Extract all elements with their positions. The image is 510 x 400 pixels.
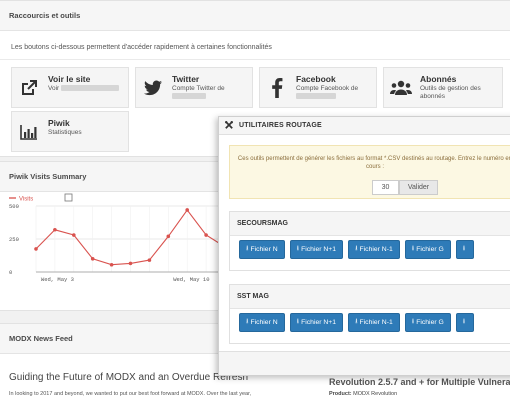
download-icon: ⭳ (462, 245, 466, 252)
legend-label: Visits (19, 197, 33, 203)
visits-data-point (109, 262, 114, 267)
tile-subscribers[interactable]: Abonnés Outils de gestion des abonnés (383, 67, 503, 108)
button-label: Fichier G (416, 319, 444, 326)
visits-data-point (34, 247, 38, 251)
shortcuts-intro: Les boutons ci-dessous permettent d'accé… (11, 44, 272, 51)
button-label: Fichier N+1 (301, 246, 337, 253)
tile-title: Voir le site (48, 74, 91, 84)
button-label: Fichier N-1 (359, 246, 393, 253)
news-headline[interactable]: Guiding the Future of MODX and an Overdu… (9, 372, 248, 383)
external-link-icon (18, 77, 40, 99)
button-label: Fichier N (250, 246, 278, 253)
file-n-plus-1-button[interactable]: ⭳ Fichier N+1 (289, 240, 344, 259)
section-title: SST MAG (230, 285, 510, 309)
facebook-icon (266, 77, 288, 99)
chart-title: Piwik Visits Summary (0, 162, 227, 192)
visits-data-point (53, 227, 57, 232)
file-n-button[interactable]: ⭳ Fichier N (239, 240, 285, 259)
tile-subtitle: Outils de gestion des abonnés (420, 85, 481, 100)
tile-facebook[interactable]: Facebook Compte Facebook de (259, 67, 377, 108)
download-icon: ⭳ (355, 245, 358, 252)
tools-icon (225, 120, 233, 131)
button-label: Fichier N (250, 319, 278, 326)
users-icon (390, 77, 412, 99)
file-g-button[interactable]: ⭳ Fichier G (404, 313, 451, 332)
y-tick-label: 250 (9, 236, 19, 243)
download-icon: ⭳ (246, 245, 249, 252)
file-g-button[interactable]: ⭳ Fichier G (404, 240, 451, 259)
file-extra-button[interactable]: ⭳ (455, 313, 475, 332)
download-icon: ⭳ (462, 318, 466, 325)
twitter-icon (142, 77, 164, 99)
download-icon: ⭳ (355, 318, 358, 325)
file-n-minus-1-button[interactable]: ⭳ Fichier N-1 (348, 240, 400, 259)
download-icon: ⭳ (411, 318, 415, 325)
tile-subtitle: Voir (48, 85, 60, 92)
button-label: Fichier N+1 (301, 319, 337, 326)
download-icon: ⭳ (296, 245, 300, 252)
download-icon: ⭳ (296, 318, 300, 325)
file-n-button[interactable]: ⭳ Fichier N (239, 313, 285, 332)
tile-twitter[interactable]: Twitter Compte Twitter de (135, 67, 253, 108)
y-tick-label: 500 (9, 203, 19, 210)
y-tick-label: 0 (9, 269, 12, 276)
news-product-line: Product: MODX Revolution (329, 391, 397, 397)
validate-button[interactable]: Valider (399, 180, 438, 195)
button-label: Fichier N-1 (359, 319, 393, 326)
x-tick-label: Wed, May 10 (173, 276, 209, 283)
modal-title: UTILITAIRES ROUTAGE (239, 122, 322, 129)
x-tick-label: Wed, May 3 (41, 276, 74, 283)
tile-title: Facebook (296, 74, 336, 84)
redacted-text (296, 93, 336, 100)
news-excerpt: In looking to 2017 and beyond, we wanted… (9, 391, 252, 397)
visits-data-point (72, 233, 76, 237)
product-value: MODX Revolution (353, 391, 398, 397)
tile-title: Abonnés (420, 74, 457, 84)
routing-utilities-modal: UTILITAIRES ROUTAGE Ces outils permetten… (218, 116, 510, 376)
product-label: Product: (329, 391, 352, 397)
info-alert: Ces outils permettent de générer les fic… (229, 145, 510, 199)
tile-title: Twitter (172, 74, 200, 84)
file-extra-button[interactable]: ⭳ (455, 240, 475, 259)
modal-header: UTILITAIRES ROUTAGE (219, 117, 510, 135)
shortcuts-title: Raccourcis et outils (0, 1, 510, 31)
tile-title: Piwik (48, 118, 70, 128)
issue-number-input[interactable] (372, 180, 399, 195)
file-n-plus-1-button[interactable]: ⭳ Fichier N+1 (289, 313, 344, 332)
tile-subtitle: Statistiques (48, 129, 82, 136)
file-n-minus-1-button[interactable]: ⭳ Fichier N-1 (348, 313, 400, 332)
button-label: Fichier G (416, 246, 444, 253)
visits-data-point (166, 234, 171, 239)
visits-data-point (185, 208, 189, 212)
download-icon: ⭳ (246, 318, 249, 325)
section-secoursmag: SECOURSMAG ⭳ Fichier N ⭳ Fichier N+1 ⭳ Fich… (229, 211, 510, 271)
redacted-text (61, 85, 120, 92)
news-headline-secondary[interactable]: Revolution 2.5.7 and + for Multiple Vuln… (329, 377, 510, 387)
tile-subtitle: Compte Twitter de (172, 85, 225, 92)
visits-data-point (147, 258, 152, 262)
tile-view-site[interactable]: Voir le site Voir (11, 67, 129, 108)
visits-data-point (204, 233, 208, 237)
alert-text: Ces outils permettent de générer les fic… (237, 156, 510, 170)
visits-chart: Visits 0 250 500 Wed, May 3 Wed, May 10 (9, 193, 227, 283)
piwik-visits-panel: Piwik Visits Summary Visits 0 250 500 Wed, M… (0, 161, 228, 311)
download-icon: ⭳ (411, 245, 415, 252)
export-icon (64, 193, 73, 202)
section-sst-mag: SST MAG ⭳ Fichier N ⭳ Fichier N+1 ⭳ Fichier… (229, 284, 510, 344)
visits-data-point (90, 257, 95, 261)
section-title: SECOURSMAG (230, 212, 510, 236)
modal-footer (219, 351, 510, 375)
visits-data-point (128, 261, 133, 266)
tile-piwik[interactable]: Piwik Statistiques (11, 111, 129, 152)
redacted-text (172, 93, 206, 100)
bar-chart-icon (18, 121, 40, 143)
tile-subtitle: Compte Facebook de (296, 85, 359, 92)
divider (0, 59, 510, 60)
